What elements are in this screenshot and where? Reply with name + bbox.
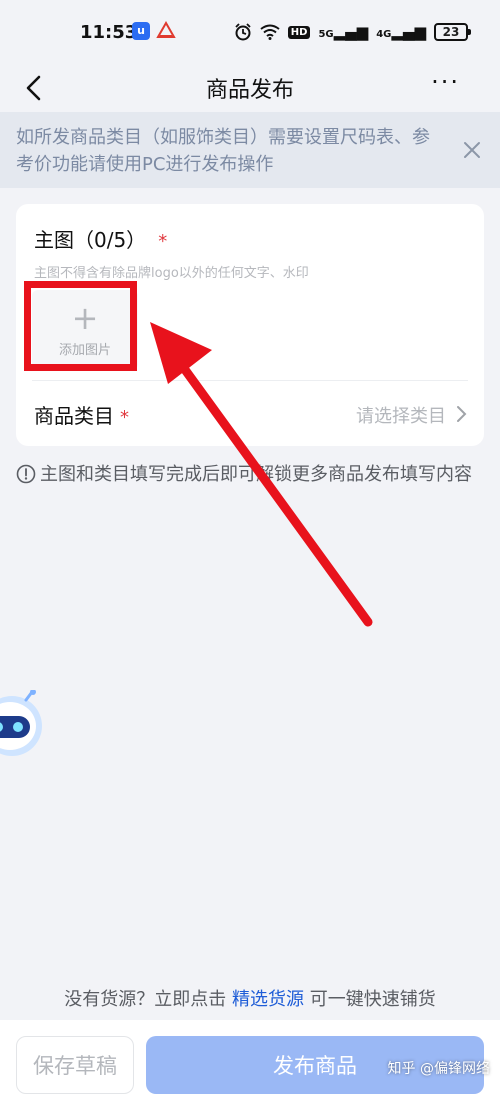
nav-bar: 商品发布 ··· (0, 64, 500, 112)
main-image-hint: 主图不得含有除品牌logo以外的任何文字、水印 (34, 266, 309, 281)
category-label-text: 商品类目 (34, 404, 114, 428)
required-star: * (158, 231, 168, 252)
close-icon[interactable] (460, 138, 484, 162)
chevron-right-icon (457, 406, 467, 422)
status-indicators: HD 5G▂▄▆ 4G▂▄▆ 23 (234, 22, 471, 42)
battery-icon: 23 (434, 23, 471, 41)
required-star: * (120, 407, 129, 428)
status-bar: 11:53 u HD 5G▂▄▆ 4G▂▄▆ 23 (0, 0, 500, 64)
notice-banner: 如所发商品类目（如服饰类目）需要设置尺码表、参考价功能请使用PC进行发布操作 (0, 112, 500, 188)
save-draft-button[interactable]: 保存草稿 (16, 1036, 134, 1094)
wifi-icon (260, 24, 280, 40)
app-notification-icon: u (132, 22, 150, 40)
notice-text: 如所发商品类目（如服饰类目）需要设置尺码表、参考价功能请使用PC进行发布操作 (16, 127, 430, 175)
robot-assistant-icon[interactable] (0, 690, 46, 770)
signal-label-2: 4G (376, 29, 392, 40)
signal-icon-2: 4G▂▄▆ (376, 23, 426, 41)
status-time: 11:53 (80, 22, 138, 43)
info-icon (16, 464, 36, 484)
annotation-highlight-box (24, 281, 137, 371)
page-title: 商品发布 (205, 78, 294, 103)
source-tip-suffix: 可一键快速铺货 (309, 989, 436, 1010)
hd-badge: HD (287, 25, 311, 39)
signal-icon-1: 5G▂▄▆ (318, 23, 369, 41)
signal-label-1: 5G (318, 29, 334, 40)
featured-source-link[interactable]: 精选货源 (232, 989, 304, 1010)
source-tip-prefix: 没有货源？立即点击 (64, 989, 227, 1010)
more-button[interactable]: ··· (431, 68, 460, 96)
main-image-title-text: 主图（0/5） (34, 228, 147, 252)
main-image-title: 主图（0/5） * (34, 224, 167, 253)
annotation-arrow-icon (150, 322, 373, 627)
app-notification-icon-2 (156, 21, 176, 38)
alarm-icon (235, 23, 251, 41)
category-label: 商品类目 * (34, 400, 129, 429)
watermark: 知乎 @偏锋网络 (387, 1061, 490, 1077)
source-tip: 没有货源？立即点击 精选货源 可一键快速铺货 (0, 985, 500, 1011)
